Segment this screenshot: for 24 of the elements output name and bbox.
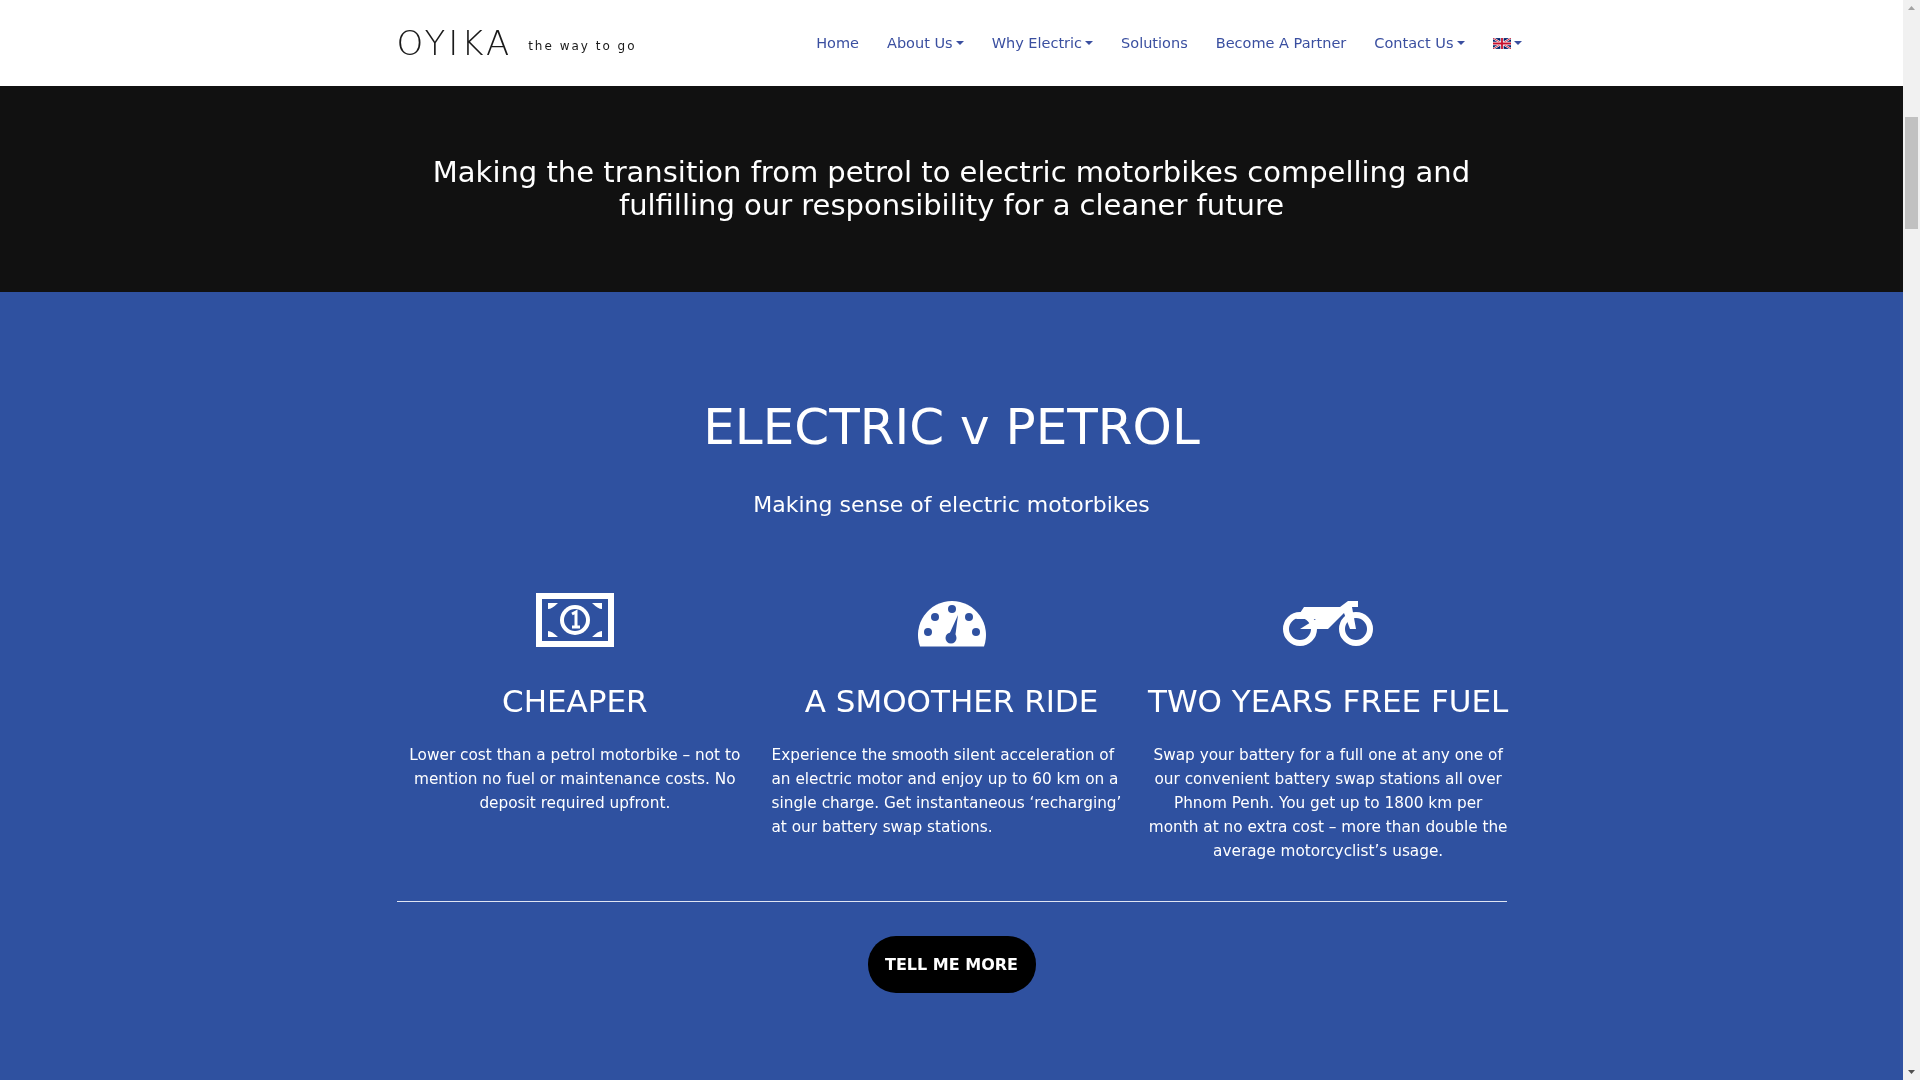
nav-link[interactable]: Contact Us: [1374, 35, 1465, 51]
scrollbar-thumb[interactable]: [1905, 117, 1918, 229]
feature-title: TWO YEARS FREE FUEL: [1147, 683, 1509, 719]
feature-text: Lower cost than a petrol motorbike – not to mention no fuel or maintenance costs. No deposit required upfront.: [408, 745, 742, 814]
section-title: ELECTRIC v PETROL: [703, 402, 1200, 452]
language-selector[interactable]: [1492, 37, 1522, 49]
speedometer-icon: [915, 600, 988, 647]
tell-me-more-button[interactable]: TELL ME MORE: [867, 936, 1036, 993]
nav-link[interactable]: Become A Partner: [1215, 35, 1347, 51]
logo[interactable]: OYIKA: [396, 23, 513, 63]
nav-link[interactable]: About Us: [886, 35, 964, 51]
nav-link[interactable]: Why Electric: [991, 35, 1094, 51]
nav-link[interactable]: Solutions: [1121, 35, 1188, 51]
feature-title: CHEAPER: [502, 683, 648, 719]
tagline: the way to go: [528, 39, 637, 53]
banner-text: Making the transition from petrol to electric motorbikes compelling and fulfilling our responsibility for a cleaner future: [431, 156, 1472, 222]
feature-text: Swap your battery for a full one at any one of our convenient battery swap stations all over Phnom Penh. You get up to 1800 km per month at no extra cost – more than double the average motorcyclist’s usage.: [1148, 745, 1509, 862]
feature-title: A SMOOTHER RIDE: [804, 683, 1099, 719]
section-subtitle: Making sense of electric motorbikes: [753, 492, 1150, 517]
scrollbar[interactable]: [1903, 0, 1920, 1080]
banknote-icon: [535, 593, 614, 647]
feature-text: Experience the smooth silent acceleration of an electric motor and enjoy up to 60 km on a single charge. Get instantaneous ‘recharging’ at our battery swap stations.: [771, 745, 1123, 838]
flag-icon: [1492, 37, 1511, 49]
nav-link[interactable]: Home: [816, 35, 859, 51]
